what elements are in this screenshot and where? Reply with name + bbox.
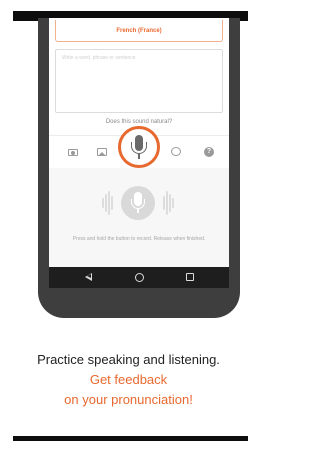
microphone-button[interactable] <box>118 126 160 168</box>
help-icon[interactable]: ? <box>203 147 215 157</box>
language-selector[interactable]: French (France) <box>55 20 223 42</box>
android-nav-bar <box>49 267 229 288</box>
caption-line-1: Practice speaking and listening. <box>37 352 220 367</box>
question-text: Does this sound natural? <box>105 119 173 125</box>
recent-apps-icon[interactable] <box>186 273 194 281</box>
record-panel: Press and hold the button to record. Rel… <box>49 168 229 267</box>
bottom-border <box>13 436 248 441</box>
record-button[interactable] <box>121 186 155 220</box>
phone-screen: French (France) Write a word, phrase or … <box>49 18 229 267</box>
phrase-input[interactable]: Write a word, phrase or sentence <box>55 49 223 113</box>
language-label: French (France) <box>116 27 162 34</box>
image-icon[interactable] <box>96 147 108 157</box>
phrase-input-placeholder: Write a word, phrase or sentence <box>62 55 136 61</box>
chat-icon[interactable] <box>171 147 183 157</box>
caption-line-2: Get feedback <box>89 372 168 387</box>
home-icon[interactable] <box>135 273 144 282</box>
record-hint: Press and hold the button to record. Rel… <box>72 236 206 242</box>
sound-wave-right-icon <box>163 190 175 216</box>
caption-line-3: on your pronunciation! <box>64 392 193 407</box>
promo-caption: Practice speaking and listening. Get fee… <box>0 350 257 410</box>
back-icon[interactable] <box>85 273 92 281</box>
phone-mockup: French (France) Write a word, phrase or … <box>38 18 240 318</box>
sound-wave-left-icon <box>101 190 113 216</box>
camera-icon[interactable] <box>67 147 79 157</box>
